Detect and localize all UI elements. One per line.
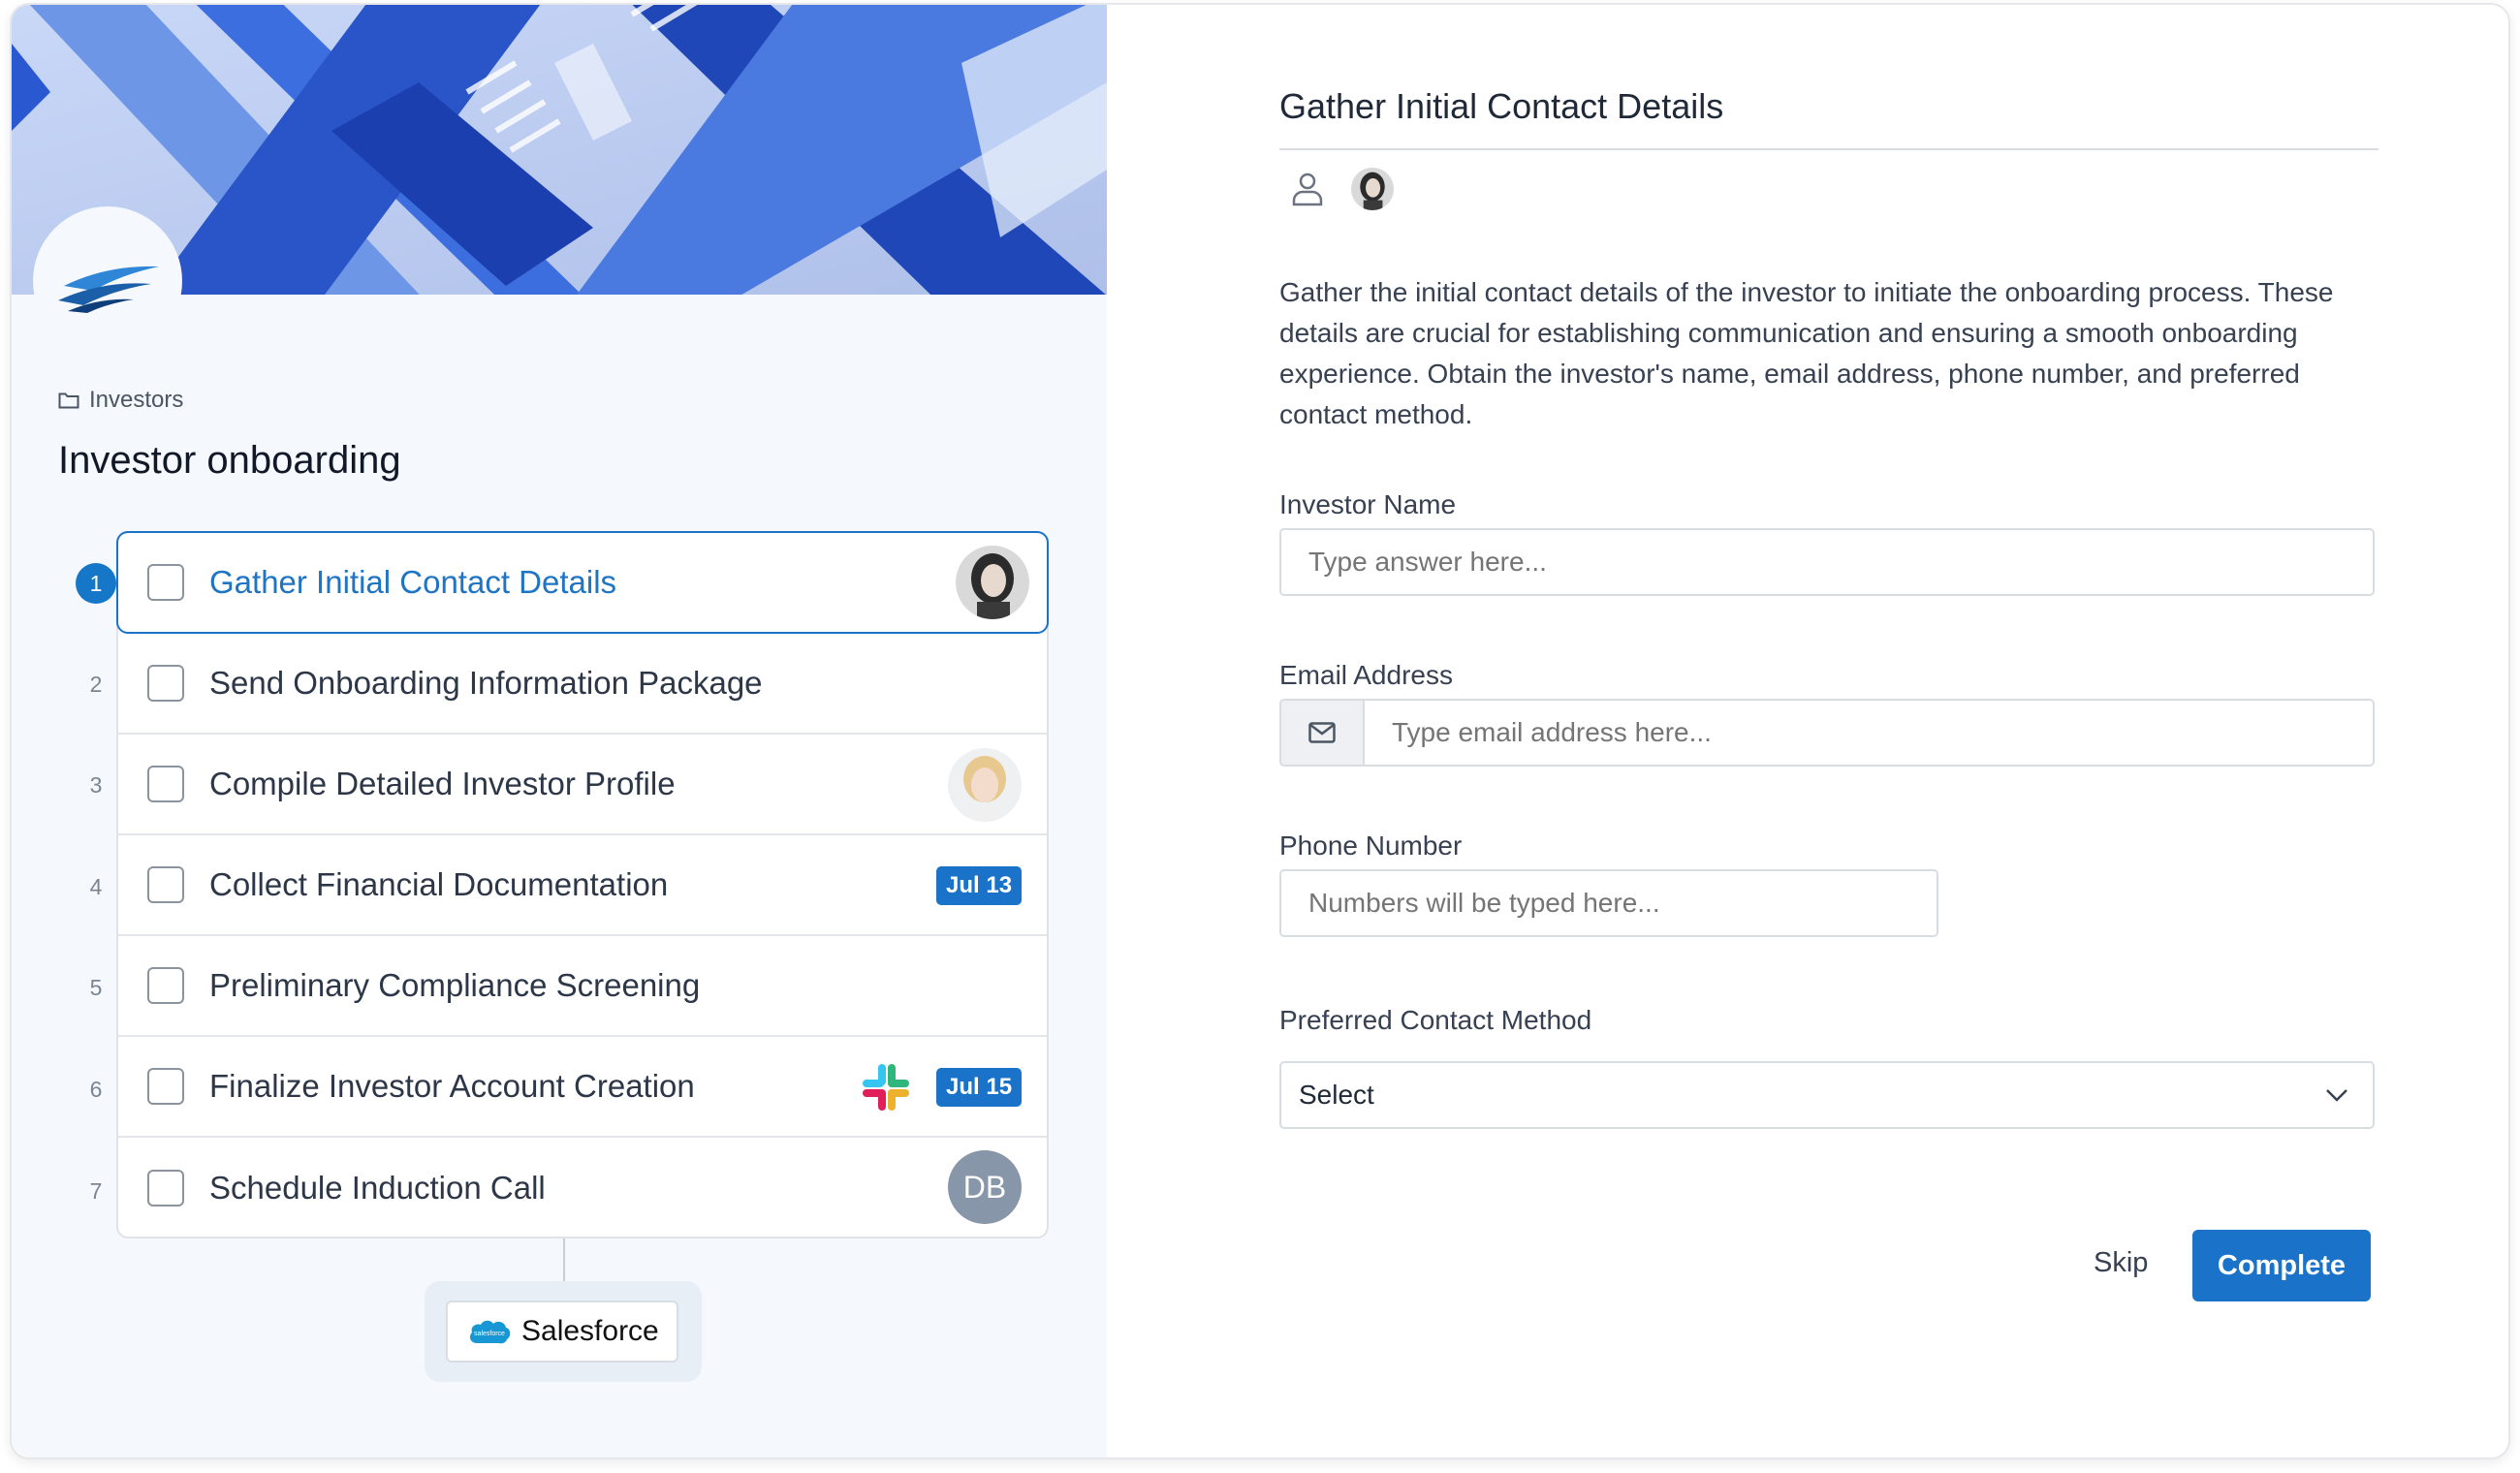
assignee-avatar	[948, 748, 1022, 822]
step-checkbox[interactable]	[147, 1170, 184, 1207]
step-item-7[interactable]: Schedule Induction Call DB	[118, 1138, 1047, 1238]
phone-input[interactable]	[1279, 869, 1938, 937]
step-label[interactable]: Schedule Induction Call	[209, 1170, 546, 1207]
task-description: Gather the initial contact details of th…	[1279, 277, 2334, 429]
investor-name-label: Investor Name	[1279, 489, 1457, 519]
step-checkbox[interactable]	[147, 967, 184, 1004]
logo-icon	[58, 266, 159, 313]
workflow-title: Investor onboarding	[58, 439, 401, 482]
user-icon[interactable]	[1291, 172, 1324, 206]
step-item-5[interactable]: Preliminary Compliance Screening	[118, 936, 1047, 1037]
salesforce-logo-text: salesforce	[474, 1331, 505, 1337]
step-label[interactable]: Compile Detailed Investor Profile	[209, 766, 676, 802]
step-label[interactable]: Gather Initial Contact Details	[209, 564, 616, 601]
slack-icon	[863, 1064, 909, 1111]
phone-label: Phone Number	[1279, 831, 1463, 861]
step-number: 5	[89, 975, 103, 1000]
task-title: Gather Initial Contact Details	[1279, 86, 1724, 126]
step-item-4[interactable]: Collect Financial Documentation Jul 13	[118, 835, 1047, 936]
workflow-panel: Investors Investor onboarding 1 2 3 4 5 …	[12, 5, 1107, 1457]
envelope-icon	[1308, 722, 1336, 743]
salesforce-label: Salesforce	[521, 1315, 659, 1347]
step-item-3[interactable]: Compile Detailed Investor Profile	[118, 735, 1047, 835]
email-addon	[1279, 699, 1365, 767]
skip-button[interactable]: Skip	[2094, 1247, 2148, 1279]
integration-node: salesforce Salesforce	[425, 1281, 702, 1382]
due-date-badge: Jul 15	[936, 1068, 1023, 1107]
chevron-down-icon	[2326, 1089, 2347, 1102]
investor-name-input[interactable]	[1279, 528, 2375, 596]
step-number: 4	[89, 874, 103, 899]
step-item-1[interactable]: Gather Initial Contact Details	[116, 531, 1049, 634]
step-number: 3	[89, 772, 103, 798]
step-item-6[interactable]: Finalize Investor Account Creation Jul 1…	[118, 1037, 1047, 1138]
breadcrumb[interactable]: Investors	[58, 387, 183, 414]
salesforce-cloud-icon: salesforce	[469, 1320, 511, 1344]
step-label[interactable]: Preliminary Compliance Screening	[209, 967, 700, 1004]
email-label: Email Address	[1279, 660, 1453, 690]
complete-button[interactable]: Complete	[2192, 1230, 2371, 1301]
step-label[interactable]: Finalize Investor Account Creation	[209, 1068, 695, 1105]
breadcrumb-label: Investors	[89, 387, 184, 413]
step-item-2[interactable]: Send Onboarding Information Package	[118, 634, 1047, 735]
step-checkbox[interactable]	[147, 564, 184, 601]
task-assignees	[1291, 168, 1394, 210]
step-number: 7	[89, 1178, 103, 1204]
contact-method-select[interactable]: Select	[1279, 1061, 2375, 1129]
company-logo	[33, 206, 182, 356]
assignee-avatar	[1351, 168, 1394, 210]
step-label[interactable]: Collect Financial Documentation	[209, 866, 668, 903]
task-detail-panel: Gather Initial Contact Details Gather th…	[1107, 5, 2508, 1457]
due-date-badge: Jul 13	[936, 866, 1023, 905]
select-value: Select	[1299, 1080, 1374, 1110]
connector-line	[563, 1238, 565, 1281]
step-number-active: 1	[76, 563, 116, 604]
step-checkbox[interactable]	[147, 866, 184, 903]
step-checkbox[interactable]	[147, 766, 184, 802]
step-number: 2	[89, 672, 103, 697]
assignee-initials-avatar: DB	[948, 1150, 1022, 1224]
email-input[interactable]	[1363, 699, 2375, 767]
contact-method-label: Preferred Contact Method	[1279, 1005, 1592, 1035]
step-number: 6	[89, 1077, 103, 1102]
app-window: Investors Investor onboarding 1 2 3 4 5 …	[10, 3, 2510, 1459]
step-checkbox[interactable]	[147, 1068, 184, 1105]
step-label[interactable]: Send Onboarding Information Package	[209, 665, 763, 702]
folder-icon	[58, 392, 79, 409]
title-divider	[1279, 148, 2378, 150]
salesforce-button[interactable]: salesforce Salesforce	[446, 1301, 678, 1363]
step-checkbox[interactable]	[147, 665, 184, 702]
step-list: Gather Initial Contact Details Send Onbo…	[116, 531, 1049, 1238]
assignee-avatar	[956, 546, 1029, 619]
